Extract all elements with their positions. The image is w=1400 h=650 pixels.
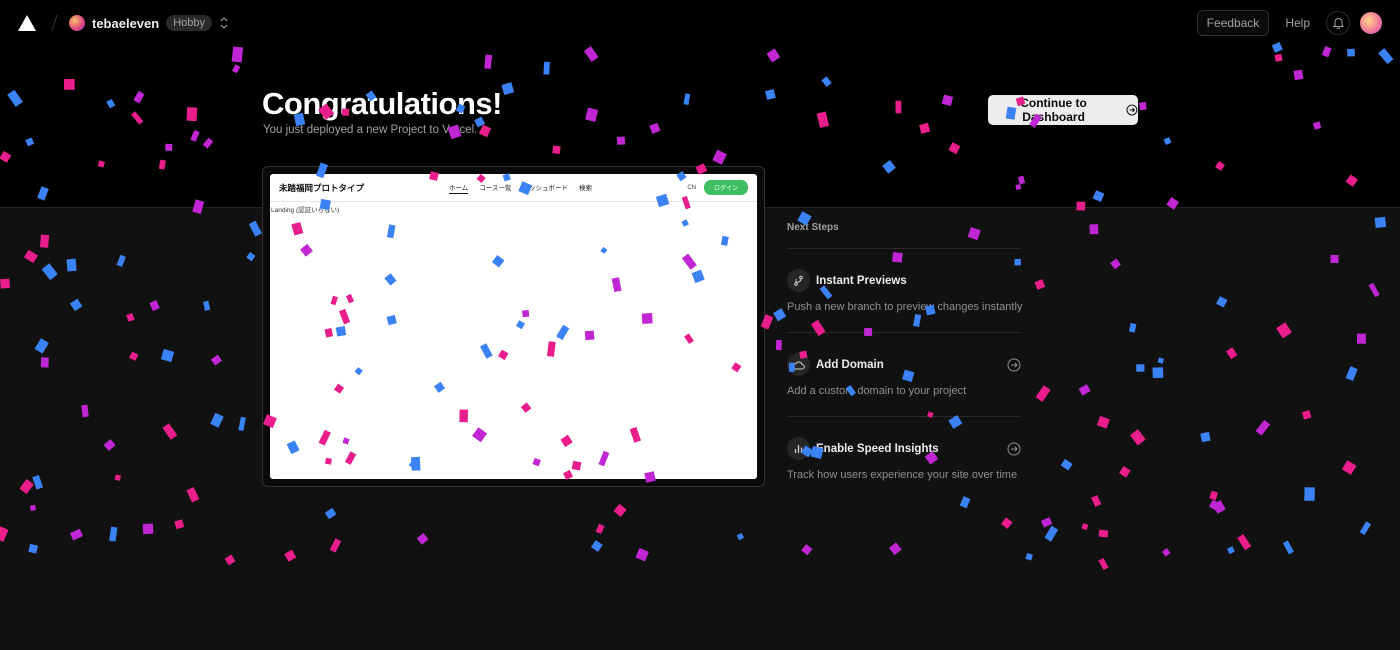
- step-instant-previews[interactable]: Instant Previews Push a new branch to pr…: [787, 249, 1023, 333]
- preview-nav-link: 検索: [579, 184, 592, 192]
- arrow-right-circle-icon[interactable]: [1007, 442, 1021, 456]
- preview-screenshot: 未踏福岡プロトタイプ ホーム コース一覧 ダッシュボード 検索 CN ログイン …: [270, 174, 757, 479]
- preview-nav-right: CN ログイン: [687, 180, 748, 195]
- preview-site-navbar: 未踏福岡プロトタイプ ホーム コース一覧 ダッシュボード 検索 CN ログイン: [270, 174, 757, 202]
- top-navigation: tebaeleven Hobby Feedback Help: [0, 0, 1400, 46]
- step-title: Instant Previews: [816, 274, 907, 287]
- preview-nav-link: ダッシュボード: [522, 184, 569, 192]
- next-steps-panel: Next Steps Instant Previews Push a new b…: [787, 222, 1023, 501]
- preview-body-text: Landing (認証いらない): [271, 207, 340, 214]
- breadcrumb-separator: [51, 15, 58, 31]
- continue-to-dashboard-button[interactable]: Continue to Dashboard: [988, 95, 1138, 125]
- plan-badge: Hobby: [166, 15, 212, 31]
- step-description: Push a new branch to preview changes ins…: [787, 301, 1023, 313]
- notifications-button[interactable]: [1326, 11, 1350, 35]
- step-enable-speed-insights[interactable]: Enable Speed Insights Track how users ex…: [787, 417, 1021, 501]
- bell-icon: [1332, 18, 1344, 29]
- preview-login-button: ログイン: [703, 180, 748, 195]
- feedback-button[interactable]: Feedback: [1196, 10, 1270, 36]
- preview-nav-link: コース一覧: [479, 184, 512, 192]
- deployment-preview[interactable]: 未踏福岡プロトタイプ ホーム コース一覧 ダッシュボード 検索 CN ログイン …: [262, 166, 765, 487]
- bar-chart-icon: [787, 437, 810, 460]
- vercel-logo-icon[interactable]: [18, 15, 36, 31]
- team-avatar[interactable]: [69, 15, 85, 31]
- preview-nav-link: ホーム: [449, 182, 469, 194]
- continue-button-label: Continue to Dashboard: [1020, 96, 1087, 124]
- page-title: Congratulations!: [262, 86, 503, 121]
- step-add-domain[interactable]: Add Domain Add a custom domain to your p…: [787, 333, 1021, 417]
- step-title: Add Domain: [816, 358, 884, 371]
- header-actions: Feedback Help: [1196, 10, 1382, 36]
- team-name[interactable]: tebaeleven: [92, 16, 159, 31]
- cloud-icon: [787, 353, 810, 376]
- preview-site-title: 未踏福岡プロトタイプ: [279, 182, 365, 193]
- help-link[interactable]: Help: [1279, 16, 1316, 30]
- user-avatar[interactable]: [1360, 12, 1382, 34]
- preview-nav-links: ホーム コース一覧 ダッシュボード 検索: [449, 182, 592, 194]
- page-subtitle: You just deployed a new Project to Verce…: [263, 124, 478, 136]
- git-branch-icon: [787, 269, 810, 292]
- arrow-right-circle-icon: [1126, 104, 1138, 116]
- step-description: Track how users experience your site ove…: [787, 469, 1018, 481]
- step-title: Enable Speed Insights: [816, 442, 939, 455]
- chevron-up-down-icon[interactable]: [218, 16, 230, 30]
- arrow-right-circle-icon[interactable]: [1007, 358, 1021, 372]
- preview-lang: CN: [687, 184, 696, 191]
- step-description: Add a custom domain to your project: [787, 385, 967, 397]
- next-steps-title: Next Steps: [787, 222, 1021, 249]
